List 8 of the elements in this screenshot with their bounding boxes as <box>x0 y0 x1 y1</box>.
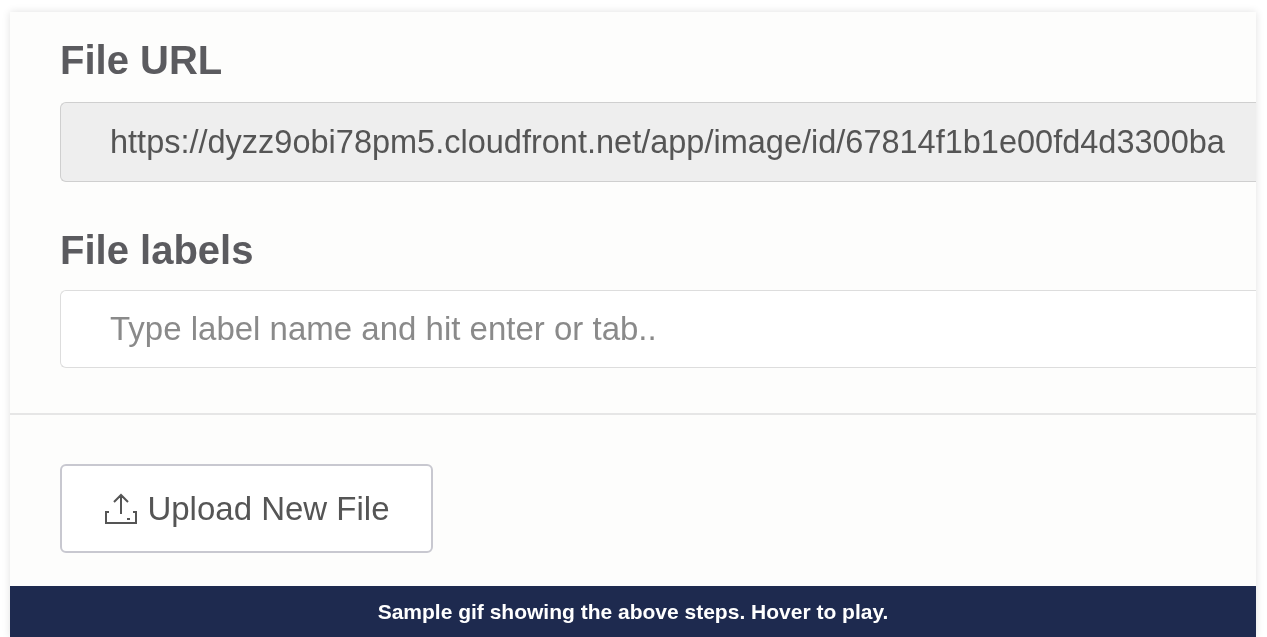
url-field[interactable]: https://dyzz9obi78pm5.cloudfront.net/app/image/id/67814f1b1e00fd4d3300ba <box>60 102 1256 182</box>
section-heading: File labels <box>60 230 255 270</box>
caption-text: Sample gif showing the above steps. Hover to play. <box>377 598 889 625</box>
labels-input-field[interactable]: Type label name and hit enter or tab.. <box>60 290 1256 368</box>
section-heading: File URL <box>60 40 224 80</box>
url-text: https://dyzz9obi78pm5.cloudfront.net/app/image/id/67814f1b1e00fd4d3300ba <box>110 122 1225 162</box>
upload-icon <box>103 491 140 526</box>
upload-button[interactable]: Upload New File <box>60 464 433 553</box>
